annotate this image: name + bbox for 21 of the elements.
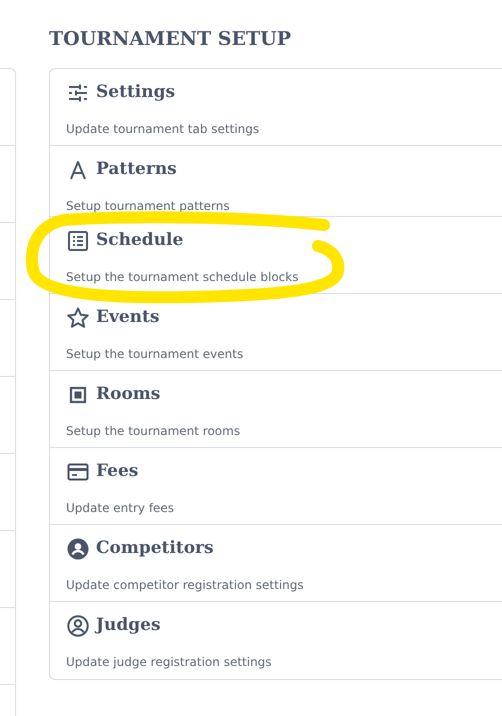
section-link[interactable]: Settings (96, 80, 176, 106)
star-icon (66, 306, 90, 330)
section-description: Setup the tournament rooms (66, 423, 240, 440)
section-description: Update tournament tab settings (66, 121, 260, 138)
section-link[interactable]: Rooms (96, 382, 160, 408)
section-link[interactable]: Patterns (96, 157, 177, 183)
section-link[interactable]: Fees (96, 459, 138, 485)
section-link[interactable]: Judges (96, 613, 161, 639)
section-description: Update entry fees (66, 500, 174, 517)
section-description: Setup the tournament events (66, 346, 244, 363)
section-description: Setup tournament patterns (66, 198, 230, 215)
section-description: Setup the tournament schedule blocks (66, 269, 298, 286)
section-description: Update judge registration settings (66, 654, 272, 671)
section-link[interactable]: Competitors (96, 536, 214, 562)
section-link[interactable]: Events (96, 305, 160, 331)
person-icon (66, 537, 90, 561)
page-title: TOURNAMENT SETUP (49, 27, 292, 52)
section-description: Update competitor registration settings (66, 577, 304, 594)
person-icon (66, 614, 90, 638)
list-icon (66, 229, 90, 253)
section-link[interactable]: Schedule (96, 228, 184, 254)
